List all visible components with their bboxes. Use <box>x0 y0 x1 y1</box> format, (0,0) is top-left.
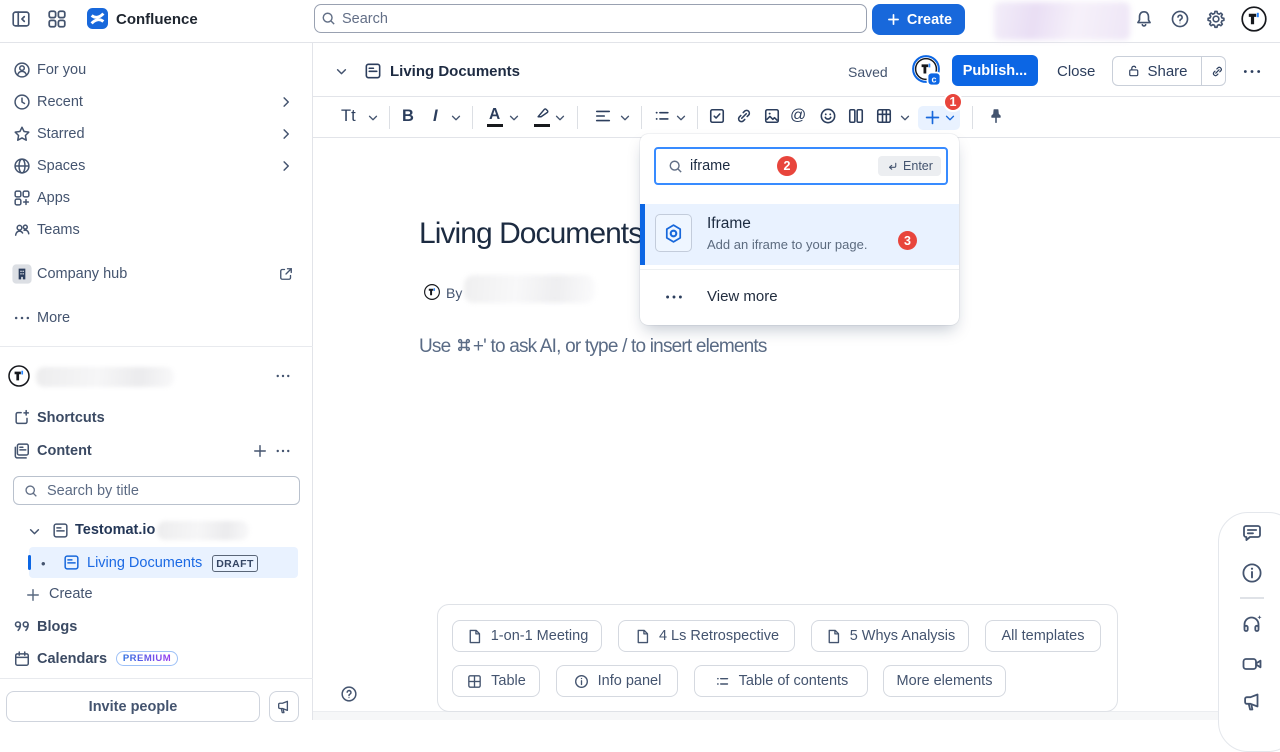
svg-text:c: c <box>931 75 936 85</box>
